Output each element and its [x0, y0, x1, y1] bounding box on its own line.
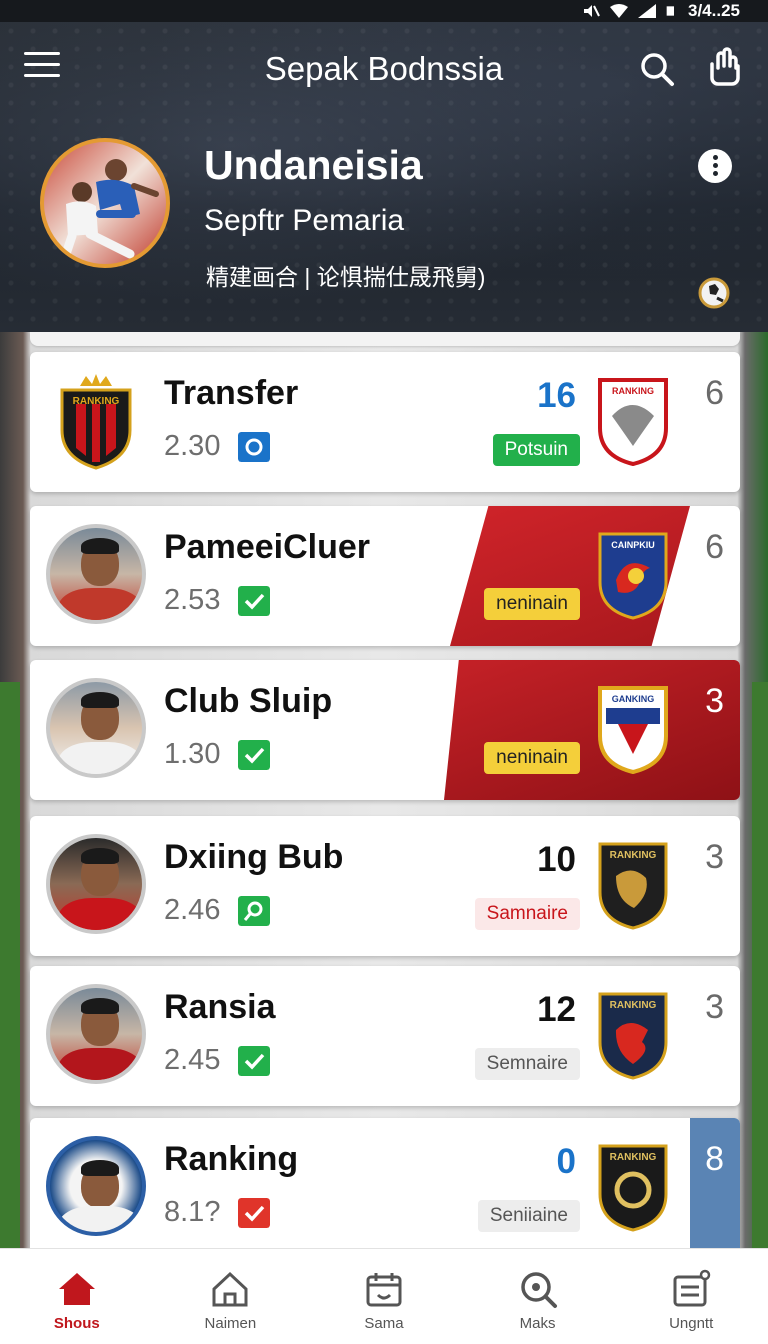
row-score: 16 — [537, 376, 576, 415]
status-time: 3/4..25 — [688, 1, 740, 20]
home-outline-icon — [212, 1271, 248, 1307]
team-subtitle: Sepftr Pemaria — [204, 204, 405, 237]
row-rank: 3 — [705, 682, 724, 720]
row-status-badge: neninain — [484, 588, 580, 620]
calendar-icon — [366, 1273, 402, 1307]
opponent-crest-icon: RANKING — [598, 992, 668, 1080]
home-filled-icon — [58, 1273, 95, 1305]
nav-label: Naimen — [204, 1315, 257, 1332]
row-title: Club Sluip — [164, 682, 333, 720]
search-icon[interactable] — [638, 50, 676, 88]
team-avatar — [40, 138, 170, 268]
row-value: 8.1? — [164, 1196, 221, 1228]
bottom-navigation: Shous Naimen Sama Maks Ungntt — [0, 1248, 768, 1344]
ranking-row[interactable]: PameeiCluer 2.53 neninain CAINPKIU 6 — [30, 506, 740, 646]
mute-icon — [584, 5, 600, 17]
row-value: 2.53 — [164, 584, 221, 616]
player-avatar — [46, 984, 146, 1084]
app-header: Sepak Bodnssia Undaneisia Sepftr Pemaria… — [0, 22, 768, 332]
club-crest-icon: RANKING — [60, 374, 132, 470]
row-rank: 3 — [705, 838, 724, 876]
row-title: Ranking — [164, 1140, 299, 1178]
row-score: 12 — [537, 990, 576, 1029]
row-rank: 6 — [705, 528, 724, 566]
status-icons: 3/4..25 — [582, 0, 740, 22]
row-rank: 6 — [705, 374, 724, 412]
nav-label: Ungntt — [669, 1315, 714, 1332]
row-score: 0 — [556, 1142, 576, 1181]
ranking-row[interactable]: Ranking 8.1? 0 Seniiaine RANKING 8 — [30, 1118, 740, 1248]
battery-icon — [666, 6, 674, 16]
row-title: Dxiing Bub — [164, 838, 344, 876]
opponent-crest-icon: RANKING — [598, 378, 668, 467]
row-status-badge: Samnaire — [474, 898, 580, 930]
ranking-row[interactable]: RANKING Transfer 2.30 16 Potsuin RANKING… — [30, 352, 740, 492]
nav-item-naimen[interactable]: Naimen — [154, 1249, 308, 1344]
signal-icon — [638, 4, 656, 18]
row-score: 10 — [537, 840, 576, 879]
nav-item-ungntt[interactable]: Ungntt — [614, 1249, 768, 1344]
row-status-badge: Seniiaine — [477, 1200, 580, 1232]
nav-label: Maks — [519, 1315, 556, 1332]
opponent-crest-icon: RANKING — [598, 1144, 668, 1232]
crest-text: RANKING — [610, 850, 657, 861]
crest-text: RANKING — [73, 396, 120, 407]
crest-text: RANKING — [610, 1152, 657, 1163]
info-icon — [238, 432, 270, 462]
row-rank: 3 — [705, 988, 724, 1026]
row-highlight — [690, 1118, 740, 1248]
row-value: 2.30 — [164, 430, 221, 462]
player-avatar — [46, 678, 146, 778]
check-icon — [238, 1046, 270, 1076]
more-options-icon[interactable] — [698, 149, 732, 183]
settings-list-icon — [673, 1269, 711, 1307]
opponent-crest-icon: RANKING — [598, 842, 668, 930]
check-icon — [238, 740, 270, 770]
ranking-row[interactable]: Dxiing Bub 2.46 10 Samnaire RANKING 3 — [30, 816, 740, 956]
row-status-badge: neninain — [484, 742, 580, 774]
nav-item-maks[interactable]: Maks — [461, 1249, 615, 1344]
player-avatar — [46, 834, 146, 934]
crest-text: CAINPKIU — [611, 540, 655, 550]
nav-item-shous[interactable]: Shous — [0, 1249, 154, 1344]
team-name: Undaneisia — [204, 142, 423, 188]
row-value: 2.46 — [164, 894, 221, 926]
row-title: Transfer — [164, 374, 299, 412]
ranking-row[interactable]: Club Sluip 1.30 neninain GANKING 3 — [30, 660, 740, 800]
nav-label: Sama — [364, 1315, 404, 1332]
player-avatar — [46, 1136, 146, 1236]
crest-text: RANKING — [612, 386, 654, 396]
wifi-icon — [610, 4, 628, 18]
team-meta: 精建画合 | 论惧揣仕晟飛舅) — [206, 264, 486, 290]
row-rank: 8 — [705, 1140, 724, 1178]
crest-text: GANKING — [612, 694, 655, 704]
check-icon — [238, 1198, 270, 1228]
opponent-crest-icon: GANKING — [598, 686, 668, 775]
search-icon — [238, 896, 270, 926]
row-title: PameeiCluer — [164, 528, 370, 566]
status-bar: 3/4..25 — [0, 0, 768, 22]
row-value: 2.45 — [164, 1044, 221, 1076]
row-status-badge: Semnaire — [474, 1048, 580, 1080]
row-title: Ransia — [164, 988, 276, 1026]
search-icon — [520, 1272, 557, 1308]
hand-icon[interactable] — [704, 46, 746, 88]
check-icon — [238, 586, 270, 616]
row-value: 1.30 — [164, 738, 221, 770]
nav-item-sama[interactable]: Sama — [307, 1249, 461, 1344]
row-status-badge: Potsuin — [492, 434, 580, 466]
crest-text: RANKING — [610, 1000, 657, 1011]
player-avatar — [46, 524, 146, 624]
football-icon[interactable] — [697, 276, 731, 310]
row-highlight — [444, 660, 740, 800]
nav-label: Shous — [53, 1315, 100, 1332]
ranking-list: RANKING Transfer 2.30 16 Potsuin RANKING… — [0, 332, 768, 1248]
list-top-divider — [30, 332, 740, 346]
opponent-crest-icon: CAINPKIU — [598, 532, 668, 620]
ranking-row[interactable]: Ransia 2.45 12 Semnaire RANKING 3 — [30, 966, 740, 1106]
